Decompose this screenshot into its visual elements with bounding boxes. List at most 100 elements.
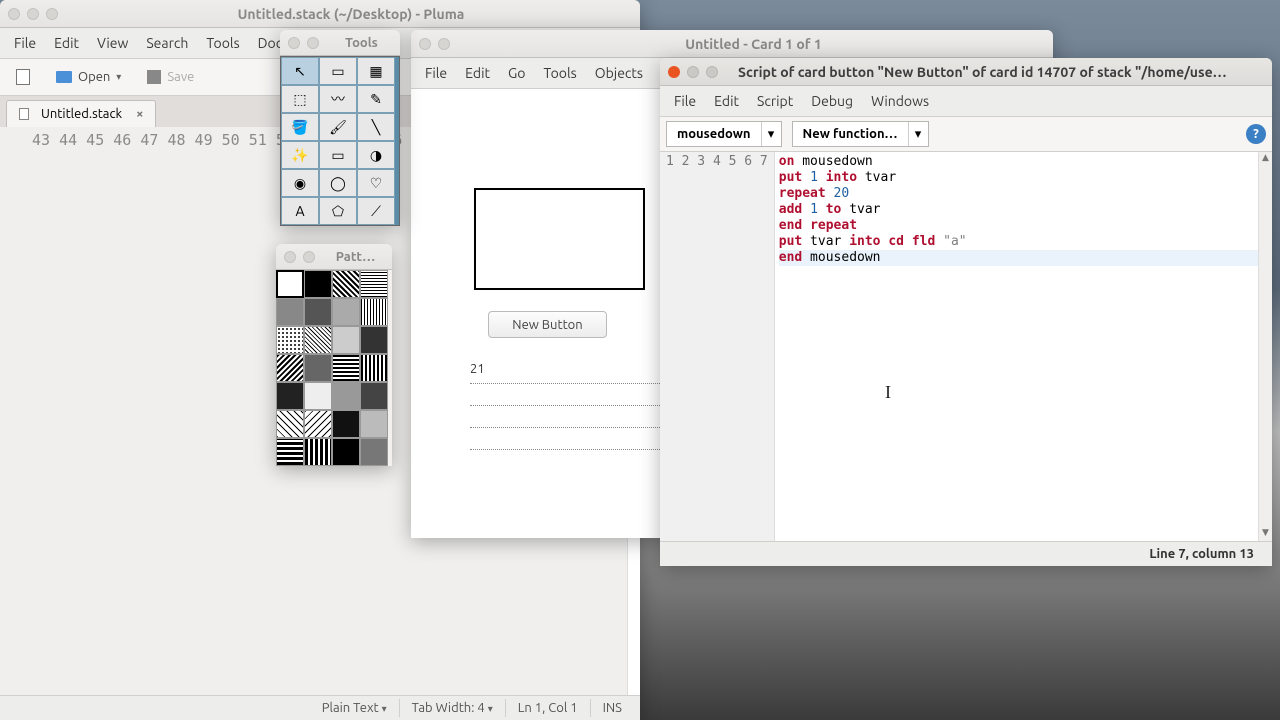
close-icon[interactable] (8, 8, 20, 20)
pattern-swatch[interactable] (276, 298, 304, 326)
script-titlebar[interactable]: Script of card button "New Button" of ca… (660, 58, 1272, 86)
pattern-swatch[interactable] (332, 438, 360, 466)
minimize-icon[interactable] (27, 8, 39, 20)
menu-debug[interactable]: Debug (803, 89, 861, 113)
tab-untitled-stack[interactable]: Untitled.stack × (6, 100, 156, 127)
scroll-up-icon[interactable]: ▲ (1259, 152, 1272, 166)
menu-tools[interactable]: Tools (535, 61, 584, 85)
menu-go[interactable]: Go (500, 61, 533, 85)
pattern-swatch[interactable] (332, 382, 360, 410)
minimize-icon[interactable] (438, 38, 450, 50)
new-button[interactable]: New Button (488, 311, 607, 338)
menu-search[interactable]: Search (138, 31, 196, 55)
help-button[interactable]: ? (1246, 124, 1266, 144)
pattern-swatch[interactable] (304, 298, 332, 326)
pattern-swatch[interactable] (360, 438, 388, 466)
minimize-icon[interactable] (687, 66, 699, 78)
field-line-3[interactable] (470, 406, 660, 428)
pattern-swatch[interactable] (304, 410, 332, 438)
close-icon[interactable] (668, 66, 680, 78)
tools-palette[interactable]: Tools ↖▭▦⬚〰✎🪣🖌╲✨▭◑◉◯♡A⬠⟋ (280, 30, 400, 226)
menu-script[interactable]: Script (749, 89, 801, 113)
status-language[interactable]: Plain Text ▾ (310, 698, 399, 718)
maximize-icon[interactable] (706, 66, 718, 78)
card-rectangle[interactable] (474, 188, 645, 290)
menu-edit[interactable]: Edit (46, 31, 87, 55)
freeform-tool[interactable]: ⟋ (357, 197, 395, 225)
field-tool-tool[interactable]: ▦ (357, 57, 395, 85)
minimize-icon[interactable] (307, 37, 319, 49)
pattern-swatch[interactable] (332, 410, 360, 438)
pluma-titlebar[interactable]: Untitled.stack (~/Desktop) - Pluma (0, 0, 640, 28)
pattern-swatch[interactable] (276, 410, 304, 438)
pattern-swatch[interactable] (360, 298, 388, 326)
marquee-select-tool[interactable]: ⬚ (281, 85, 319, 113)
pattern-swatch[interactable] (332, 354, 360, 382)
pattern-swatch[interactable] (276, 354, 304, 382)
polygon-tool[interactable]: ⬠ (319, 197, 357, 225)
pattern-swatch[interactable] (304, 354, 332, 382)
pattern-swatch[interactable] (360, 326, 388, 354)
menu-file[interactable]: File (6, 31, 44, 55)
close-icon[interactable] (284, 251, 296, 263)
round-rect-tool[interactable]: ◑ (357, 141, 395, 169)
close-icon[interactable] (419, 38, 431, 50)
pattern-swatch[interactable] (360, 382, 388, 410)
paintbrush-tool[interactable]: 🖌 (319, 113, 357, 141)
pattern-swatch[interactable] (304, 382, 332, 410)
patterns-titlebar[interactable]: Patt… (276, 244, 392, 270)
heart-tool[interactable]: ♡ (357, 169, 395, 197)
scroll-down-icon[interactable]: ▼ (1259, 527, 1272, 541)
pattern-swatch[interactable] (276, 326, 304, 354)
patterns-palette[interactable]: Patt… (276, 244, 392, 466)
menu-windows[interactable]: Windows (863, 89, 937, 113)
pattern-swatch[interactable] (276, 438, 304, 466)
minimize-icon[interactable] (303, 251, 315, 263)
card-titlebar[interactable]: Untitled - Card 1 of 1 (411, 30, 1053, 58)
fill-tool[interactable]: ◉ (281, 169, 319, 197)
pointer-tool[interactable]: ↖ (281, 57, 319, 85)
save-button[interactable]: Save (137, 64, 204, 90)
pattern-swatch[interactable] (304, 270, 332, 298)
menu-edit[interactable]: Edit (457, 61, 498, 85)
new-file-button[interactable] (6, 63, 40, 91)
lasso-tool[interactable]: 〰 (319, 85, 357, 113)
text-tool-tool[interactable]: A (281, 197, 319, 225)
button-tool-tool[interactable]: ▭ (319, 57, 357, 85)
menu-view[interactable]: View (89, 31, 136, 55)
pattern-swatch[interactable] (304, 326, 332, 354)
script-editor[interactable]: 1 2 3 4 5 6 7 on mousedownput 1 into tva… (660, 152, 1272, 541)
pattern-swatch[interactable] (276, 270, 304, 298)
status-tabwidth[interactable]: Tab Width: 4 ▾ (400, 698, 505, 718)
menu-edit[interactable]: Edit (706, 89, 747, 113)
line-tool[interactable]: ╲ (357, 113, 395, 141)
handler-select[interactable]: mousedown ▾ (666, 121, 782, 147)
newfunction-select[interactable]: New function… ▾ (792, 121, 929, 147)
script-code-area[interactable]: on mousedownput 1 into tvarrepeat 20add … (775, 152, 1272, 541)
pattern-swatch[interactable] (304, 438, 332, 466)
bucket-tool[interactable]: 🪣 (281, 113, 319, 141)
pattern-swatch[interactable] (360, 410, 388, 438)
card-field[interactable]: 21 (470, 362, 660, 450)
field-line-2[interactable] (470, 384, 660, 406)
pattern-swatch[interactable] (332, 298, 360, 326)
menu-objects[interactable]: Objects (587, 61, 651, 85)
pattern-swatch[interactable] (332, 270, 360, 298)
field-line-4[interactable] (470, 428, 660, 450)
pencil-tool[interactable]: ✎ (357, 85, 395, 113)
pattern-swatch[interactable] (360, 270, 388, 298)
menu-tools[interactable]: Tools (198, 31, 247, 55)
oval-tool[interactable]: ◯ (319, 169, 357, 197)
close-icon[interactable] (288, 37, 300, 49)
close-tab-icon[interactable]: × (136, 107, 143, 121)
tools-titlebar[interactable]: Tools (280, 30, 400, 56)
rectangle-tool[interactable]: ▭ (319, 141, 357, 169)
menu-file[interactable]: File (666, 89, 704, 113)
menu-file[interactable]: File (417, 61, 455, 85)
vertical-scrollbar[interactable]: ▲ ▼ (1258, 152, 1272, 541)
open-button[interactable]: Open ▾ (46, 64, 131, 90)
spray-tool[interactable]: ✨ (281, 141, 319, 169)
pattern-swatch[interactable] (332, 326, 360, 354)
pattern-swatch[interactable] (276, 382, 304, 410)
status-insert-mode[interactable]: INS (591, 698, 634, 718)
